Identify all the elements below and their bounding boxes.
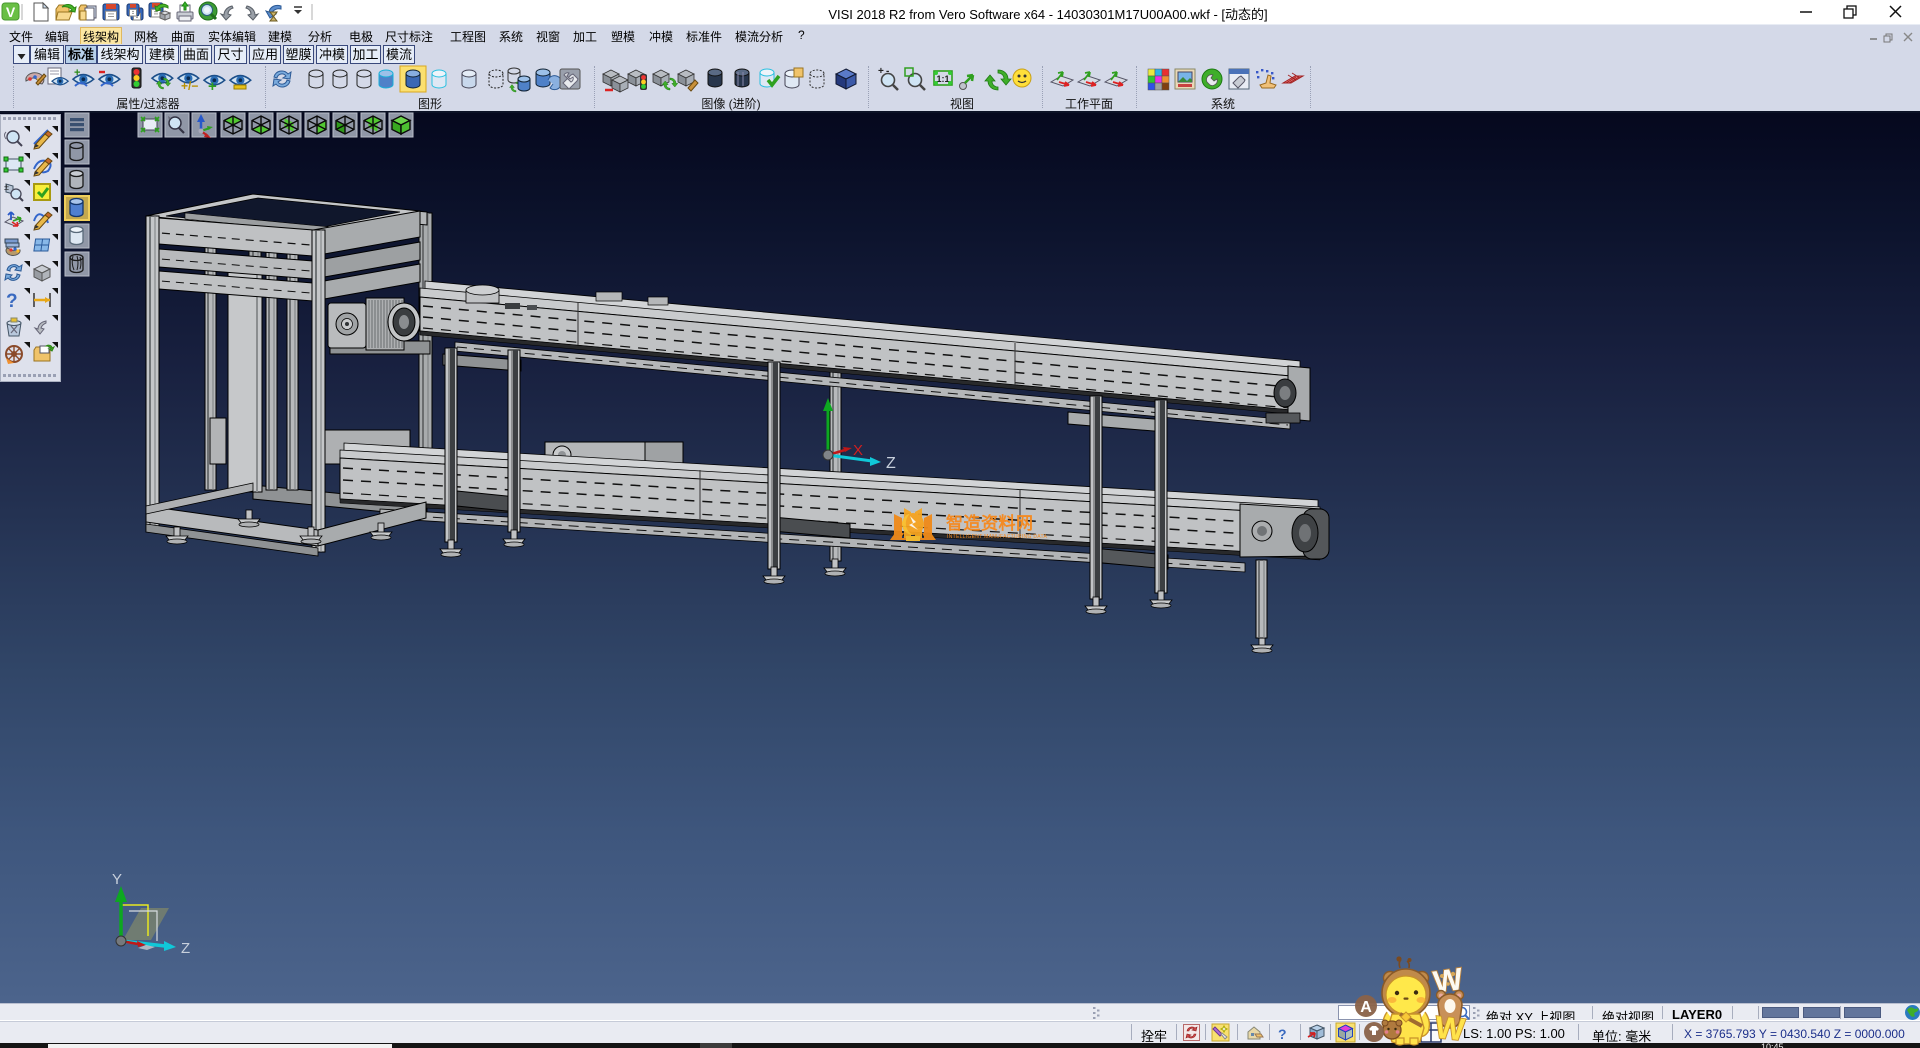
svg-text:±: ± [4,182,9,192]
svg-text:1:1: 1:1 [936,74,949,84]
svg-text:V: V [6,4,16,20]
svg-text:+: + [74,67,80,79]
svg-text:?: ? [6,291,18,312]
svg-text:A: A [1360,999,1372,1016]
svg-text:+: + [208,78,217,95]
svg-text:W: W [1434,1010,1467,1048]
svg-text:-: - [886,66,889,77]
svg-text:+: + [878,66,884,77]
svg-text:+/−: +/− [181,79,198,93]
